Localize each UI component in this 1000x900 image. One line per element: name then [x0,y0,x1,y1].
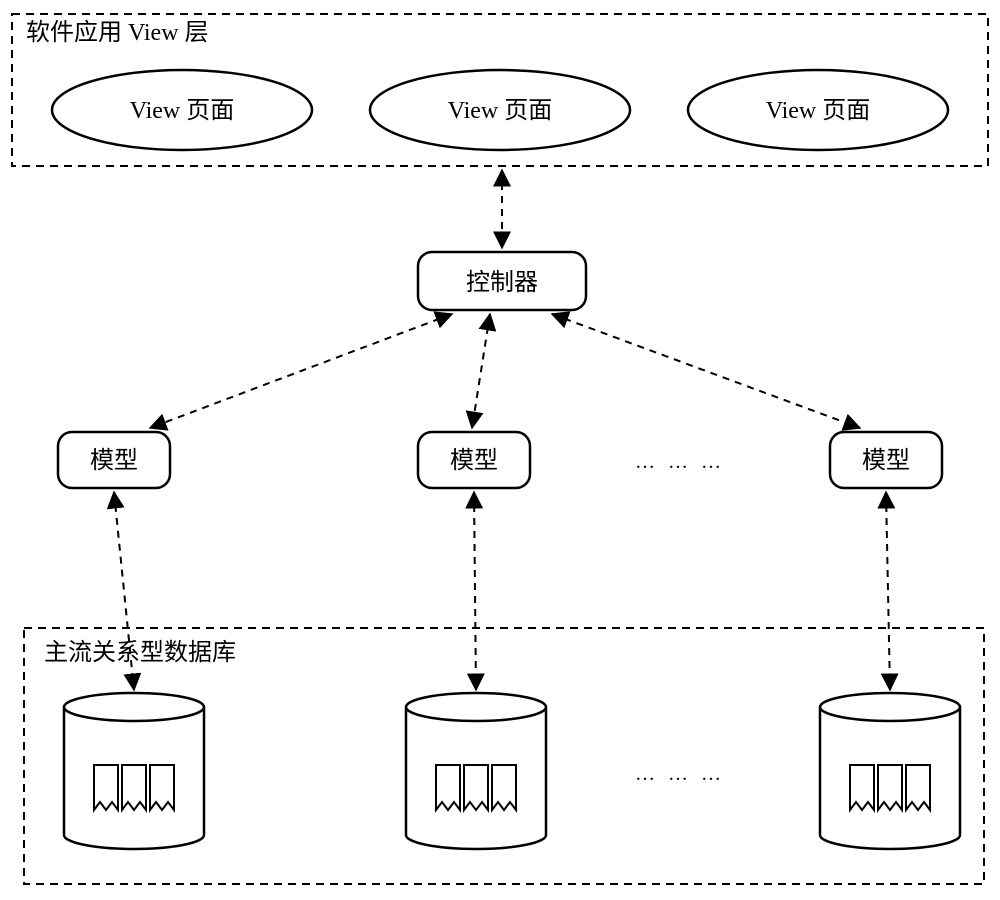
model-2-label: 模型 [450,447,498,474]
arrow-ctrl-model3 [552,314,860,428]
view-layer-title: 软件应用 View 层 [26,19,209,46]
arrow-model3-db3 [886,492,890,690]
database-3 [820,693,960,849]
models-row: 模型 模型 … … … 模型 [58,432,942,488]
view-page-2-label: View 页面 [448,98,553,124]
view-page-1-label: View 页面 [130,98,235,124]
model-1: 模型 [58,432,170,488]
model-3: 模型 [830,432,942,488]
model-2: 模型 [418,432,530,488]
controller-label: 控制器 [466,269,538,296]
view-page-2: View 页面 [370,70,630,150]
view-page-1: View 页面 [52,70,312,150]
view-layer-group: 软件应用 View 层 View 页面 View 页面 View 页面 [12,14,988,166]
database-1 [64,693,204,849]
arrow-ctrl-model2 [472,314,490,428]
model-1-label: 模型 [90,447,138,474]
db-layer-title: 主流关系型数据库 [44,639,236,666]
database-2 [406,693,546,849]
models-ellipsis: … … … [635,451,725,473]
controller-box: 控制器 [418,252,586,310]
arrow-ctrl-model1 [150,314,452,428]
db-layer-group: 主流关系型数据库 … … … [24,628,984,884]
view-page-3-label: View 页面 [766,98,871,124]
model-3-label: 模型 [862,447,910,474]
view-page-3: View 页面 [688,70,948,150]
architecture-diagram: 软件应用 View 层 View 页面 View 页面 View 页面 控制器 … [0,0,1000,900]
arrow-model2-db2 [474,492,476,690]
db-ellipsis: … … … [635,763,725,785]
